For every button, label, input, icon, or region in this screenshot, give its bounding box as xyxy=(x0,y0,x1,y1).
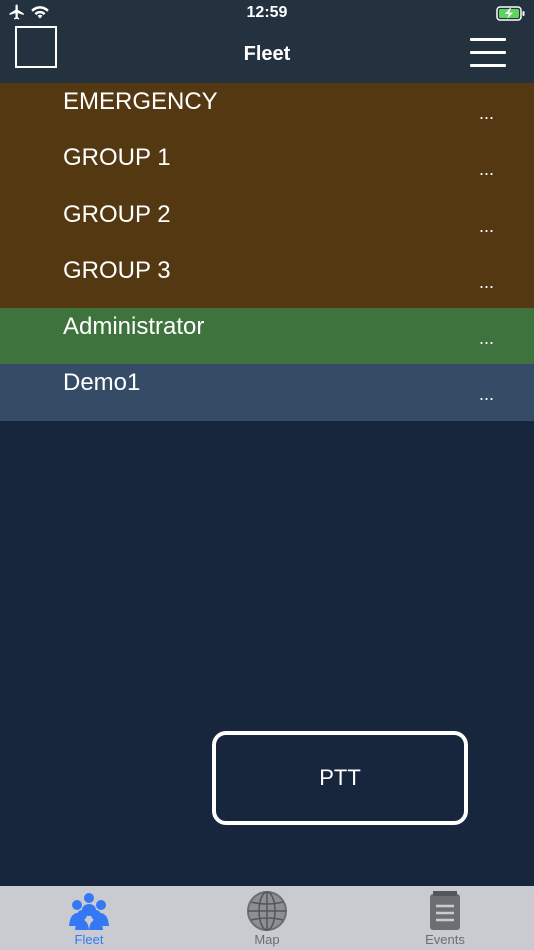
tab-events[interactable]: Events xyxy=(356,886,534,950)
list-item-label: EMERGENCY xyxy=(63,88,218,115)
hamburger-icon-line xyxy=(470,51,506,54)
more-options-button[interactable]: ... xyxy=(479,328,494,349)
menu-button[interactable] xyxy=(470,38,506,68)
page-title: Fleet xyxy=(243,43,291,65)
list-item-label: GROUP 1 xyxy=(63,144,171,172)
tab-bar: Fleet Map Events xyxy=(0,886,534,950)
more-options-button[interactable]: ... xyxy=(479,159,494,180)
tab-fleet[interactable]: Fleet xyxy=(0,886,178,950)
list-item-label: GROUP 3 xyxy=(63,256,171,284)
status-right xyxy=(496,6,526,26)
status-time: 12:59 xyxy=(246,4,288,21)
list-item-label: Administrator xyxy=(63,313,205,341)
notepad-icon xyxy=(430,891,460,930)
globe-icon xyxy=(247,891,287,931)
hamburger-icon-line xyxy=(470,64,506,67)
list-item[interactable]: EMERGENCY... xyxy=(0,83,534,140)
list-item-label: GROUP 2 xyxy=(63,200,171,228)
more-options-button[interactable]: ... xyxy=(479,103,494,124)
list-item[interactable]: GROUP 2... xyxy=(0,195,534,252)
ptt-button[interactable]: PTT xyxy=(212,731,468,825)
battery-charging-icon xyxy=(496,6,525,21)
fleet-screen: 12:59 Fleet EMERGENCY... GROUP 1... GROUP … xyxy=(0,0,534,950)
hamburger-icon xyxy=(470,38,506,41)
list-item-label: Demo1 xyxy=(63,369,141,397)
fleet-list: EMERGENCY... GROUP 1... GROUP 2... GROUP 3.… xyxy=(0,83,534,421)
list-item[interactable]: Administrator... xyxy=(0,308,534,365)
top-bar: 12:59 Fleet xyxy=(0,0,534,83)
people-icon xyxy=(69,893,109,930)
tab-fleet-label: Fleet xyxy=(74,932,104,947)
tab-map-label: Map xyxy=(254,932,280,947)
tab-events-label: Events xyxy=(425,932,465,947)
tab-map[interactable]: Map xyxy=(178,886,356,950)
more-options-button[interactable]: ... xyxy=(479,272,494,293)
list-item[interactable]: GROUP 3... xyxy=(0,251,534,309)
more-options-button[interactable]: ... xyxy=(479,384,494,405)
list-item[interactable]: GROUP 1... xyxy=(0,139,534,196)
list-item[interactable]: Demo1... xyxy=(0,364,534,421)
more-options-button[interactable]: ... xyxy=(479,216,494,237)
